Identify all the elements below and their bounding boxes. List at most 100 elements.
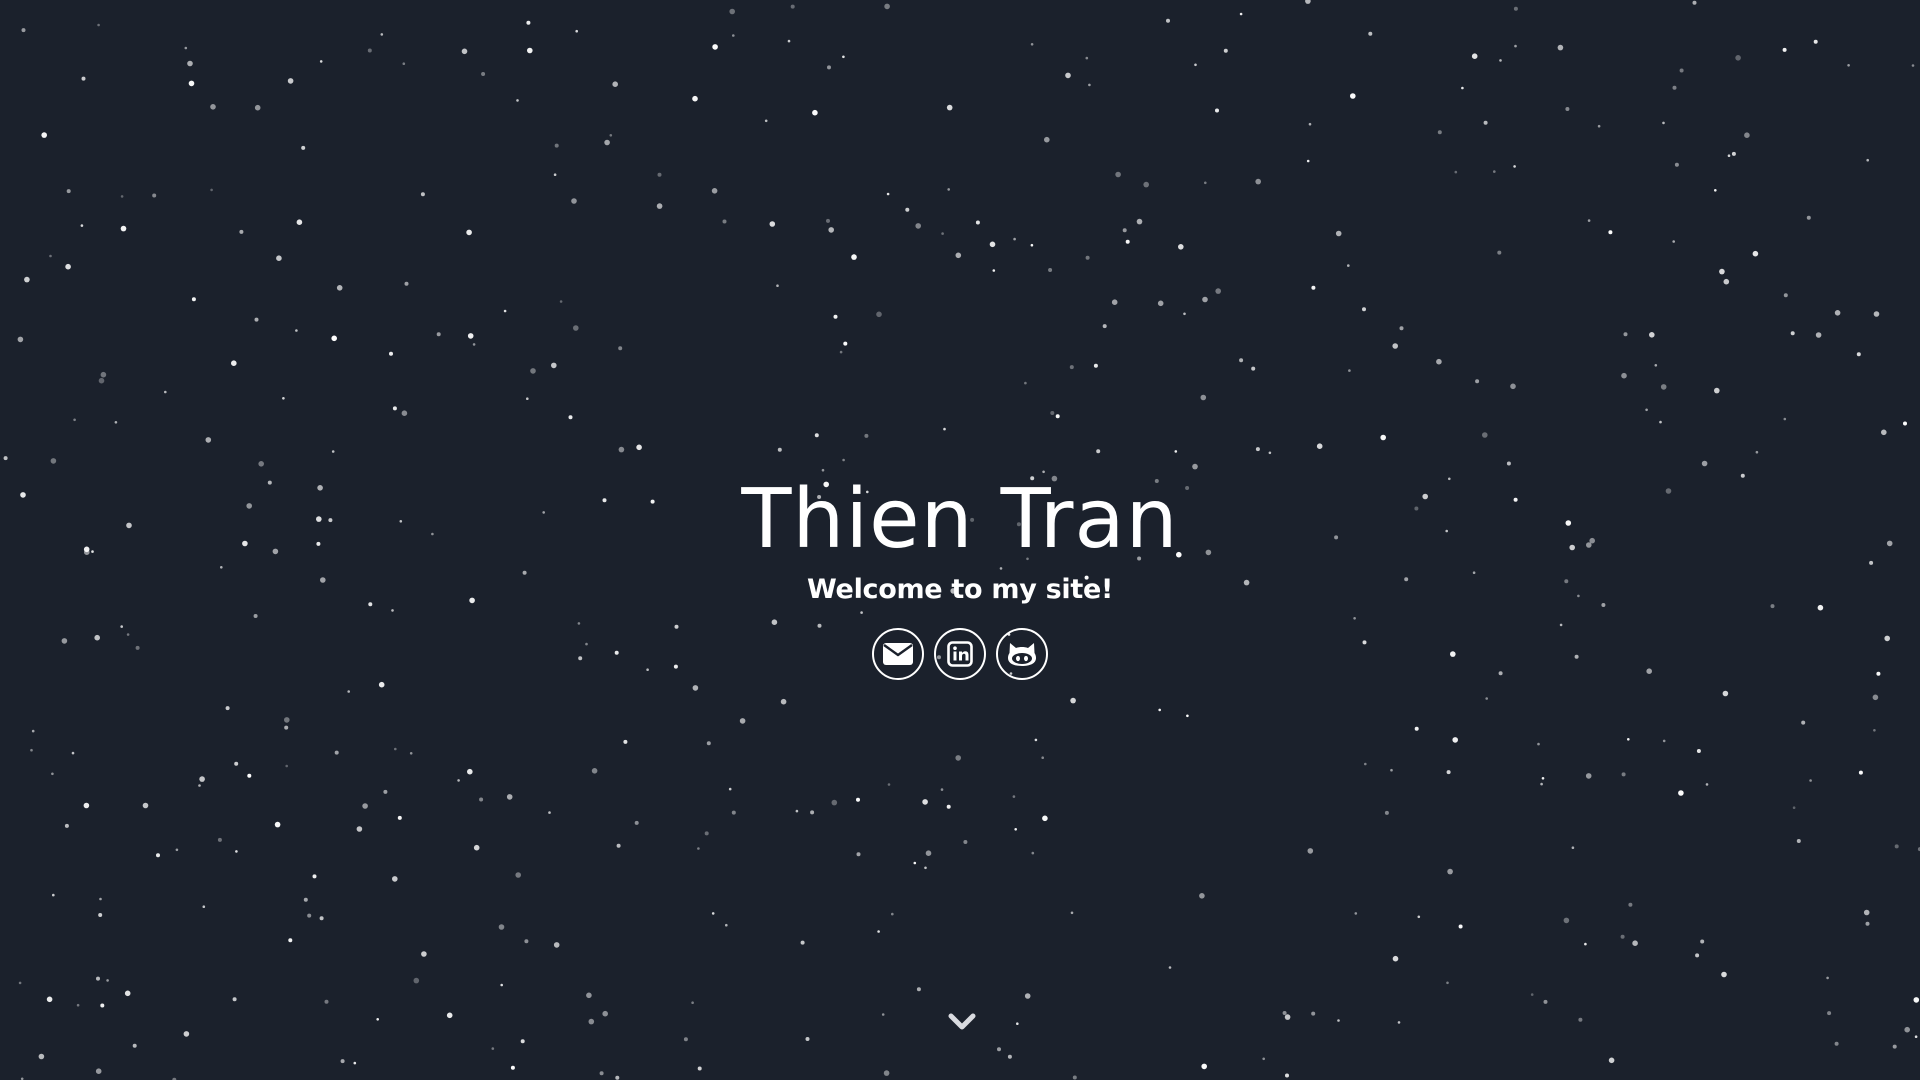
star [96, 976, 100, 981]
star [1826, 976, 1829, 980]
star [515, 872, 521, 878]
star [1192, 463, 1198, 470]
star [187, 60, 193, 67]
star [295, 329, 298, 332]
star [1578, 1017, 1583, 1022]
github-button[interactable] [996, 628, 1048, 680]
star [50, 458, 57, 464]
star [1024, 993, 1031, 999]
star [1608, 1057, 1615, 1064]
star [1255, 178, 1261, 185]
star [554, 143, 559, 148]
star [473, 844, 480, 851]
star [992, 269, 996, 272]
star [1201, 1063, 1207, 1070]
star [1157, 300, 1164, 307]
star [31, 729, 35, 733]
star [282, 397, 285, 400]
scroll-down-button[interactable] [944, 1010, 980, 1038]
star [905, 207, 910, 212]
star [285, 764, 289, 768]
star [725, 923, 728, 927]
star [1674, 162, 1679, 167]
star [1215, 108, 1219, 113]
star [1863, 909, 1870, 916]
star [692, 685, 699, 691]
star [51, 772, 54, 776]
star [1815, 332, 1822, 338]
star [924, 866, 927, 870]
star [800, 940, 805, 945]
star [156, 853, 160, 858]
star [1007, 1054, 1012, 1059]
star [1024, 381, 1027, 385]
star [1337, 1019, 1340, 1022]
star [1251, 366, 1256, 371]
star [612, 81, 618, 87]
star [331, 335, 338, 342]
star [239, 229, 244, 234]
star [1012, 795, 1016, 798]
star [1461, 86, 1464, 90]
star [132, 1043, 137, 1048]
star [827, 65, 831, 70]
star [397, 815, 402, 820]
star [1701, 460, 1708, 467]
star [1215, 288, 1221, 294]
star [1903, 421, 1907, 426]
star [586, 992, 592, 999]
star [1102, 324, 1107, 329]
star [722, 219, 727, 224]
star [712, 44, 718, 50]
star [1136, 218, 1143, 225]
star [1654, 364, 1658, 367]
email-button[interactable] [872, 628, 924, 680]
star [114, 421, 118, 424]
star [913, 861, 917, 865]
star [380, 33, 384, 36]
star [1571, 846, 1575, 849]
star [1722, 690, 1729, 697]
star [1085, 255, 1090, 260]
star [1436, 358, 1442, 365]
star [98, 913, 103, 917]
star [1483, 120, 1488, 125]
star [401, 410, 408, 417]
star [472, 343, 476, 346]
star [376, 1018, 380, 1021]
star [324, 999, 329, 1004]
star [1597, 124, 1601, 128]
star [1485, 697, 1488, 700]
star [1914, 1035, 1918, 1038]
star [81, 76, 86, 81]
star [17, 336, 24, 343]
star [210, 104, 216, 110]
star [1913, 997, 1920, 1003]
star [940, 788, 944, 791]
star [1115, 171, 1121, 178]
star [524, 939, 529, 944]
star [833, 314, 838, 319]
star [1069, 365, 1074, 370]
star [1714, 189, 1717, 192]
star [1513, 6, 1518, 11]
star [731, 810, 736, 815]
star [559, 300, 563, 303]
star [503, 309, 507, 313]
star [65, 263, 71, 270]
star [97, 23, 100, 27]
linkedin-button[interactable] [934, 628, 986, 680]
star [409, 752, 413, 755]
star [1662, 739, 1666, 743]
linkedin-icon [947, 641, 973, 667]
star [466, 229, 472, 236]
star [479, 797, 484, 802]
star [963, 840, 968, 844]
chevron-down-icon [947, 1012, 977, 1036]
star [618, 346, 623, 351]
star [307, 913, 312, 918]
star [1537, 742, 1540, 746]
star [404, 281, 409, 286]
star [615, 1075, 620, 1080]
star [864, 433, 869, 438]
